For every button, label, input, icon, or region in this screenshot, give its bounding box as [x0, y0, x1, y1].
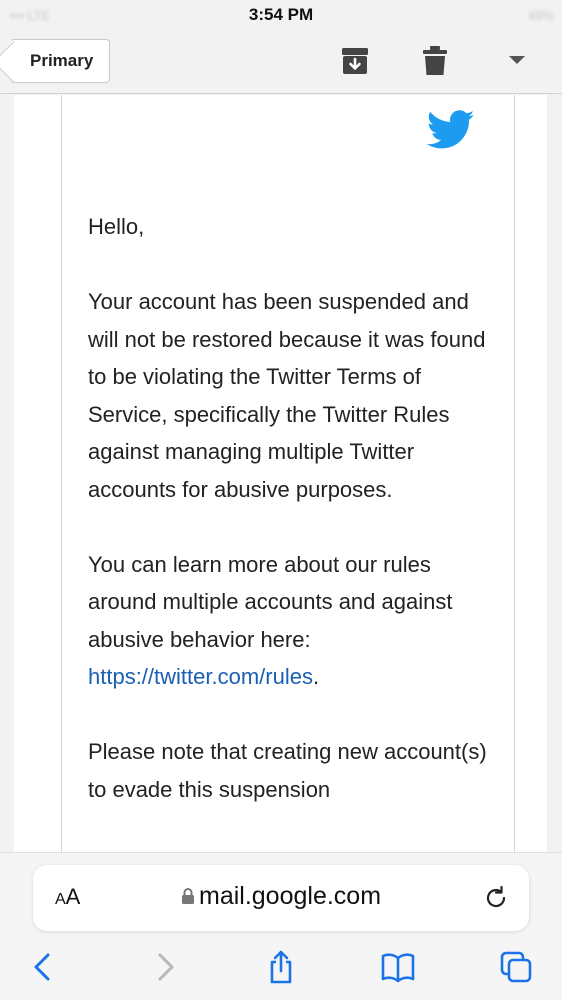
reload-icon[interactable] — [483, 885, 509, 911]
trash-icon[interactable] — [420, 45, 450, 77]
back-to-primary-button[interactable]: Primary — [10, 39, 110, 83]
safari-bottom-bar: AA mail.google.com — [0, 852, 562, 1000]
email-paragraph-evasion: Please note that creating new account(s)… — [88, 739, 487, 802]
rules-link[interactable]: https://twitter.com/rules — [88, 664, 313, 689]
tabs-icon[interactable] — [499, 949, 533, 985]
bookmarks-icon[interactable] — [381, 949, 415, 985]
email-card: Hello, Your account has been suspended a… — [61, 95, 515, 852]
reader-settings-button[interactable]: AA — [55, 884, 80, 910]
email-paragraph-rules: You can learn more about our rules aroun… — [88, 546, 488, 696]
status-bar: ••• LTE 3:54 PM 49% — [0, 0, 562, 30]
address-bar[interactable]: AA mail.google.com — [33, 865, 529, 931]
lock-icon — [182, 888, 194, 904]
safari-nav-row — [0, 949, 562, 989]
twitter-bird-icon — [427, 110, 475, 149]
email-paragraph-suspension: Your account has been suspended and will… — [88, 289, 486, 502]
mail-sheet: Hello, Your account has been suspended a… — [14, 95, 547, 852]
email-body: Hello, Your account has been suspended a… — [88, 208, 488, 846]
rules-period: . — [312, 664, 320, 689]
archive-icon[interactable] — [340, 45, 370, 77]
share-icon[interactable] — [264, 949, 298, 985]
url-text: mail.google.com — [199, 882, 382, 910]
back-chevron-icon[interactable] — [26, 949, 60, 985]
mail-toolbar: Primary — [0, 30, 562, 94]
email-greeting: Hello, — [88, 214, 145, 239]
status-battery: 49% — [527, 8, 554, 23]
rules-text: You can learn more about our rules aroun… — [88, 551, 453, 652]
mail-content-area[interactable]: Hello, Your account has been suspended a… — [0, 95, 562, 852]
aa-large: A — [65, 884, 81, 909]
back-button-label: Primary — [30, 51, 94, 70]
chevron-down-icon[interactable] — [505, 52, 529, 68]
forward-chevron-icon[interactable] — [148, 949, 182, 985]
aa-small: A — [55, 891, 66, 908]
